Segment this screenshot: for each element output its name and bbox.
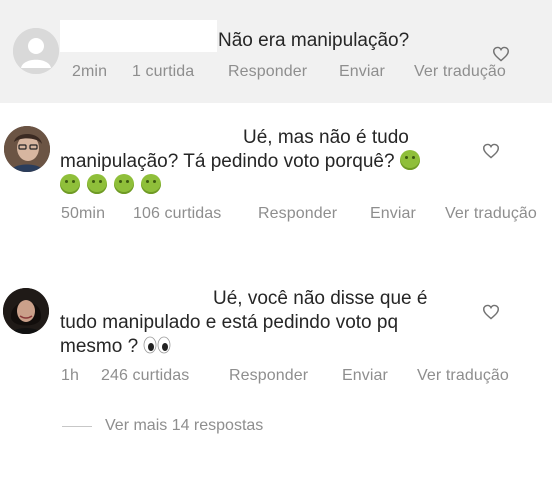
send-button[interactable]: Enviar xyxy=(342,367,388,385)
comment-text-line: Não era manipulação? xyxy=(218,30,410,51)
view-more-label: Ver mais 14 respostas xyxy=(105,417,264,434)
nauseated-face-emoji xyxy=(141,174,161,194)
divider xyxy=(62,426,92,427)
likes-count[interactable]: 246 curtidas xyxy=(101,367,189,385)
comment-text: Ué, mas não é tudo manipulação? Tá pedin… xyxy=(60,126,460,198)
avatar[interactable] xyxy=(4,126,50,172)
reply-button[interactable]: Responder xyxy=(229,367,308,385)
profile-photo-icon xyxy=(4,126,50,172)
translate-button[interactable]: Ver tradução xyxy=(445,205,537,223)
nauseated-face-emoji xyxy=(399,150,420,170)
profile-photo-icon xyxy=(3,288,49,334)
likes-count[interactable]: 1 curtida xyxy=(132,63,194,81)
avatar[interactable] xyxy=(3,288,49,334)
comment-text-fragment: manipulação? Tá pedindo voto porquê? xyxy=(60,151,395,172)
eyes-emoji xyxy=(144,336,171,354)
send-button[interactable]: Enviar xyxy=(339,63,385,81)
comment-text-fragment: mesmo ? xyxy=(60,336,139,357)
comment-meta: 2min 1 curtida Responder Enviar Ver trad… xyxy=(0,63,552,85)
heart-outline-icon[interactable] xyxy=(482,143,500,159)
comment-text-line: manipulação? Tá pedindo voto porquê? xyxy=(60,150,460,174)
reply-button[interactable]: Responder xyxy=(228,63,307,81)
heart-outline-icon[interactable] xyxy=(482,304,500,320)
timestamp: 1h xyxy=(61,367,79,384)
heart-outline-icon[interactable] xyxy=(492,46,510,62)
comment-text-line: Ué, você não disse que é xyxy=(213,288,428,309)
translate-button[interactable]: Ver tradução xyxy=(417,367,509,385)
nauseated-face-emoji xyxy=(60,174,80,194)
timestamp: 2min xyxy=(72,63,108,80)
comment-text-line: tudo manipulado e está pedindo voto pq xyxy=(60,312,399,333)
comment-meta: 1h 246 curtidas Responder Enviar Ver tra… xyxy=(0,367,552,389)
comment-text: Ué, você não disse que é tudo manipulado… xyxy=(60,287,460,359)
comment-text-line: Ué, mas não é tudo xyxy=(243,127,409,148)
nauseated-face-emoji xyxy=(114,174,134,194)
comment-meta: 50min 106 curtidas Responder Enviar Ver … xyxy=(0,205,552,227)
timestamp: 50min xyxy=(61,205,106,222)
send-button[interactable]: Enviar xyxy=(370,205,416,223)
translate-button[interactable]: Ver tradução xyxy=(414,63,506,81)
redacted-username xyxy=(60,20,217,52)
comment-emoji-line xyxy=(60,174,460,198)
comment-text-line: mesmo ? xyxy=(60,335,460,359)
comment-item: Ué, você não disse que é tudo manipulado… xyxy=(0,280,552,390)
view-more-replies-button[interactable]: Ver mais 14 respostas xyxy=(0,415,552,439)
likes-count[interactable]: 106 curtidas xyxy=(133,205,221,223)
comment-text: Não era manipulação? xyxy=(218,29,409,53)
comment-item: Não era manipulação? 2min 1 curtida Resp… xyxy=(0,0,552,103)
nauseated-face-emoji xyxy=(87,174,107,194)
reply-button[interactable]: Responder xyxy=(258,205,337,223)
comment-item: Ué, mas não é tudo manipulação? Tá pedin… xyxy=(0,118,552,238)
